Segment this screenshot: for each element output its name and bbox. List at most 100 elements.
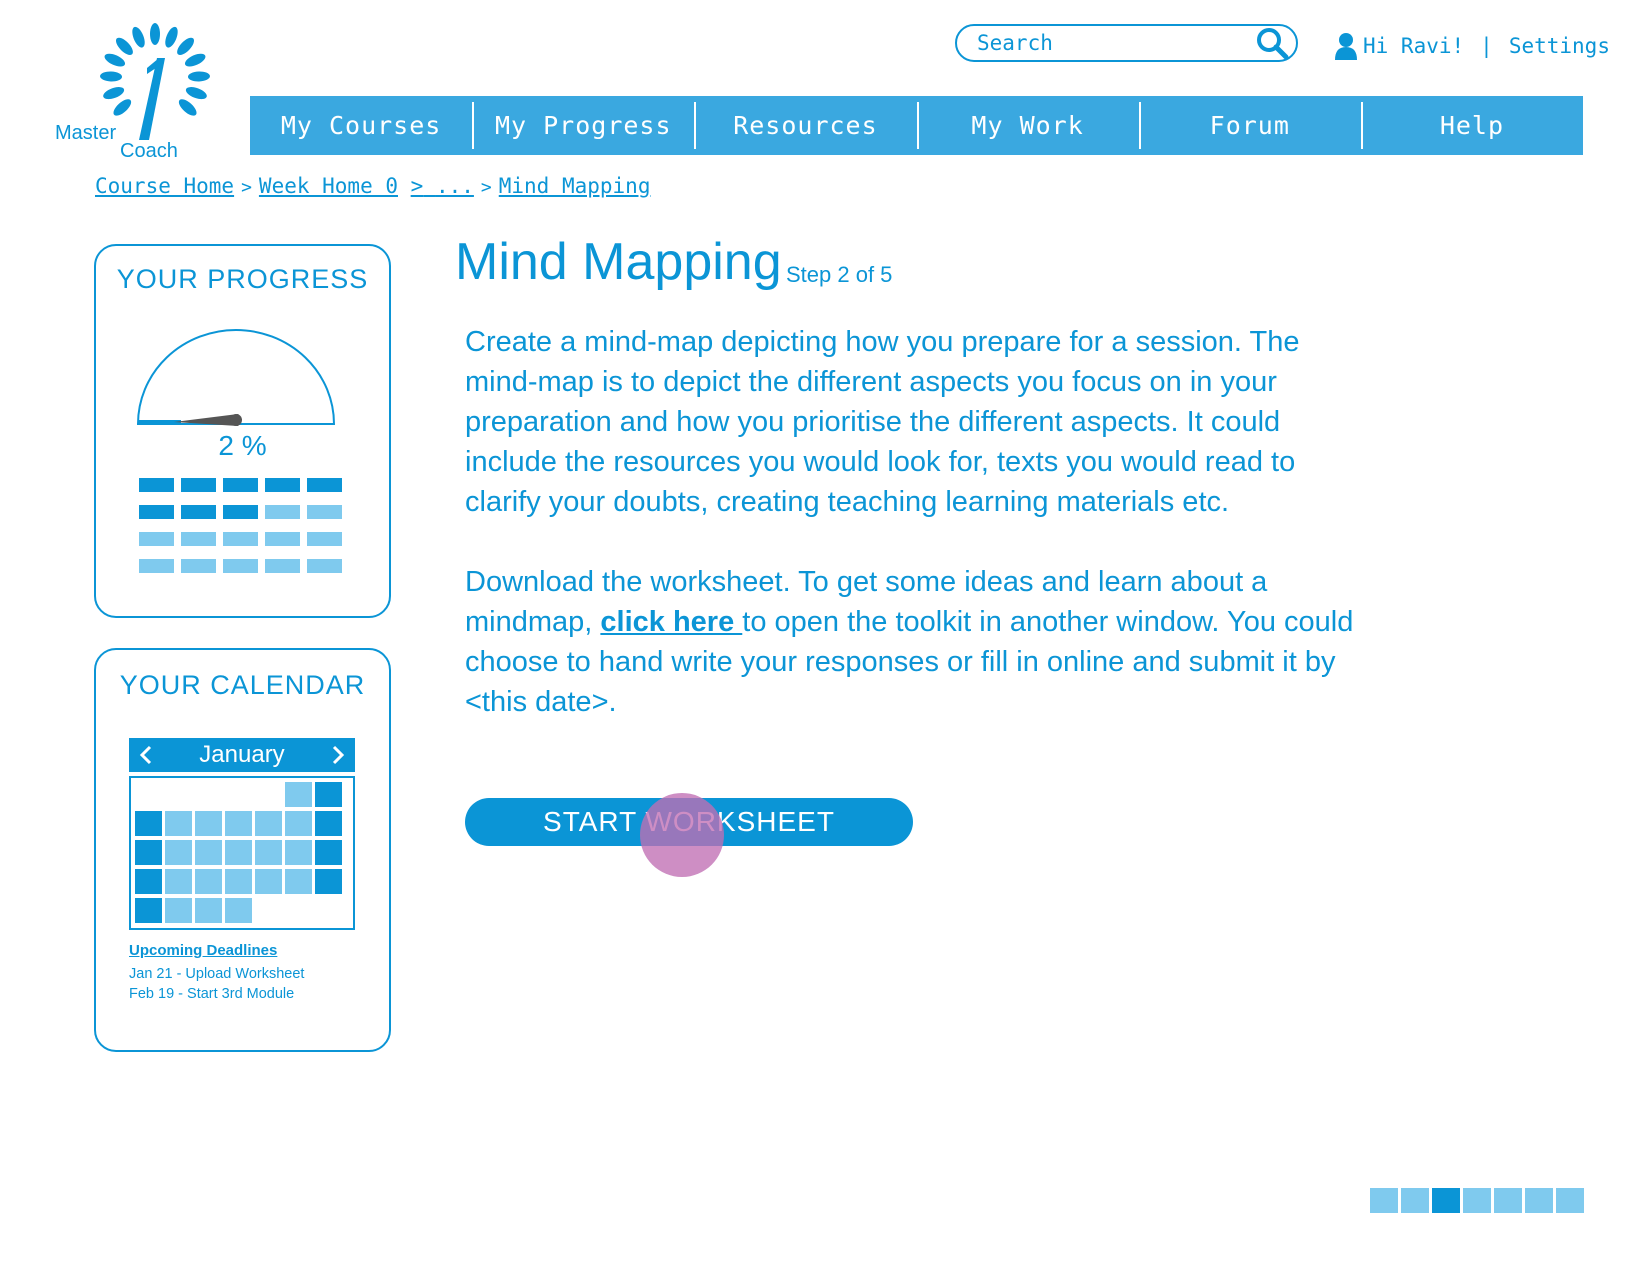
- calendar-day[interactable]: [165, 811, 192, 836]
- settings-link[interactable]: Settings: [1509, 34, 1610, 58]
- progress-cell: [307, 505, 342, 519]
- calendar-day[interactable]: [195, 869, 222, 894]
- calendar-day[interactable]: [285, 782, 312, 807]
- progress-cell: [223, 478, 258, 492]
- calendar-title: YOUR CALENDAR: [119, 670, 366, 700]
- progress-panel: YOUR PROGRESS 2 %: [94, 244, 391, 618]
- nav-help[interactable]: Help: [1360, 96, 1583, 155]
- progress-title: YOUR PROGRESS: [116, 264, 369, 294]
- calendar-day[interactable]: [135, 840, 162, 865]
- progress-cell: [307, 478, 342, 492]
- calendar-day[interactable]: [225, 840, 252, 865]
- page-dot[interactable]: [1525, 1188, 1553, 1213]
- master-coach-logo[interactable]: Master Coach: [50, 20, 220, 162]
- progress-cell: [181, 559, 216, 573]
- calendar-day[interactable]: [315, 811, 342, 836]
- calendar-day[interactable]: [195, 898, 222, 923]
- progress-cell: [265, 478, 300, 492]
- calendar-day[interactable]: [225, 811, 252, 836]
- page-dot[interactable]: [1401, 1188, 1429, 1213]
- breadcrumb-course-home[interactable]: Course Home: [95, 174, 234, 198]
- search-box[interactable]: [955, 24, 1298, 62]
- search-input[interactable]: [975, 30, 1254, 56]
- progress-cell: [307, 559, 342, 573]
- nav-forum[interactable]: Forum: [1138, 96, 1361, 155]
- calendar-day[interactable]: [315, 782, 342, 807]
- calendar-empty-cell: [285, 898, 312, 923]
- calendar-empty-cell: [165, 782, 192, 807]
- deadlines-title[interactable]: Upcoming Deadlines: [129, 942, 277, 959]
- calendar-day[interactable]: [315, 869, 342, 894]
- page-dot[interactable]: [1370, 1188, 1398, 1213]
- page-dot[interactable]: [1494, 1188, 1522, 1213]
- calendar-day[interactable]: [165, 898, 192, 923]
- nav-my-progress[interactable]: My Progress: [472, 96, 694, 155]
- main-nav: My Courses My Progress Resources My Work…: [250, 96, 1583, 155]
- calendar-day[interactable]: [225, 869, 252, 894]
- progress-cell: [307, 532, 342, 546]
- page-title: Mind Mapping: [455, 233, 782, 291]
- nav-resources[interactable]: Resources: [694, 96, 916, 155]
- calendar-day[interactable]: [285, 840, 312, 865]
- calendar-day[interactable]: [135, 898, 162, 923]
- nav-my-courses[interactable]: My Courses: [250, 96, 472, 155]
- user-area: Hi Ravi! | Settings: [1335, 28, 1610, 64]
- progress-percent: 2 %: [218, 430, 267, 461]
- chevron-left-icon: [139, 745, 152, 765]
- toolkit-link[interactable]: click here: [600, 606, 742, 638]
- page-dot[interactable]: [1432, 1188, 1460, 1213]
- calendar-day[interactable]: [195, 811, 222, 836]
- prev-month-button[interactable]: [129, 738, 163, 772]
- progress-cell: [181, 532, 216, 546]
- logo-text-master: Master: [55, 122, 117, 144]
- calendar-empty-cell: [255, 782, 282, 807]
- calendar-day[interactable]: [135, 811, 162, 836]
- search-icon[interactable]: [1254, 25, 1290, 61]
- progress-gauge: [136, 329, 336, 426]
- calendar-day[interactable]: [255, 811, 282, 836]
- calendar-day[interactable]: [285, 811, 312, 836]
- progress-cell: [139, 478, 174, 492]
- calendar-empty-cell: [315, 898, 342, 923]
- user-icon: [1335, 33, 1357, 60]
- touch-cursor-indicator: [640, 793, 724, 877]
- page-dot[interactable]: [1556, 1188, 1584, 1213]
- calendar-day[interactable]: [135, 869, 162, 894]
- progress-cell: [181, 505, 216, 519]
- progress-cell: [181, 478, 216, 492]
- breadcrumb-week-home[interactable]: Week Home 0: [259, 174, 398, 198]
- page-dot[interactable]: [1463, 1188, 1491, 1213]
- progress-cell: [139, 559, 174, 573]
- calendar-day[interactable]: [195, 840, 222, 865]
- chevron-right-icon: [332, 745, 345, 765]
- month-label: January: [199, 741, 285, 768]
- calendar-empty-cell: [135, 782, 162, 807]
- calendar-day[interactable]: [255, 840, 282, 865]
- nav-my-work[interactable]: My Work: [916, 96, 1139, 155]
- calendar-day[interactable]: [165, 869, 192, 894]
- download-paragraph: Download the worksheet. To get some idea…: [465, 562, 1365, 722]
- progress-cell: [223, 532, 258, 546]
- calendar-day[interactable]: [315, 840, 342, 865]
- progress-cell: [223, 505, 258, 519]
- calendar-empty-cell: [195, 782, 222, 807]
- progress-cell: [265, 532, 300, 546]
- calendar-day[interactable]: [285, 869, 312, 894]
- next-month-button[interactable]: [321, 738, 355, 772]
- user-greeting[interactable]: Hi Ravi!: [1363, 34, 1464, 58]
- progress-grid: [139, 478, 342, 573]
- deadline-item: Jan 21 - Upload Worksheet: [129, 966, 305, 982]
- breadcrumb-gt-ellipsis[interactable]: > ...: [411, 174, 474, 198]
- breadcrumb-separator: >: [480, 177, 492, 198]
- breadcrumb-separator: >: [410, 174, 424, 198]
- calendar-day[interactable]: [165, 840, 192, 865]
- calendar-day[interactable]: [225, 898, 252, 923]
- calendar-day[interactable]: [255, 869, 282, 894]
- month-selector: January: [129, 738, 355, 772]
- breadcrumb: Course Home > Week Home 0 > ... > Mind Mappi…: [95, 174, 650, 198]
- progress-cell: [265, 559, 300, 573]
- calendar-panel: YOUR CALENDAR January Upcoming Deadlines…: [94, 648, 391, 1052]
- progress-cell: [139, 532, 174, 546]
- calendar-empty-cell: [255, 898, 282, 923]
- breadcrumb-mind-mapping[interactable]: Mind Mapping: [499, 174, 651, 198]
